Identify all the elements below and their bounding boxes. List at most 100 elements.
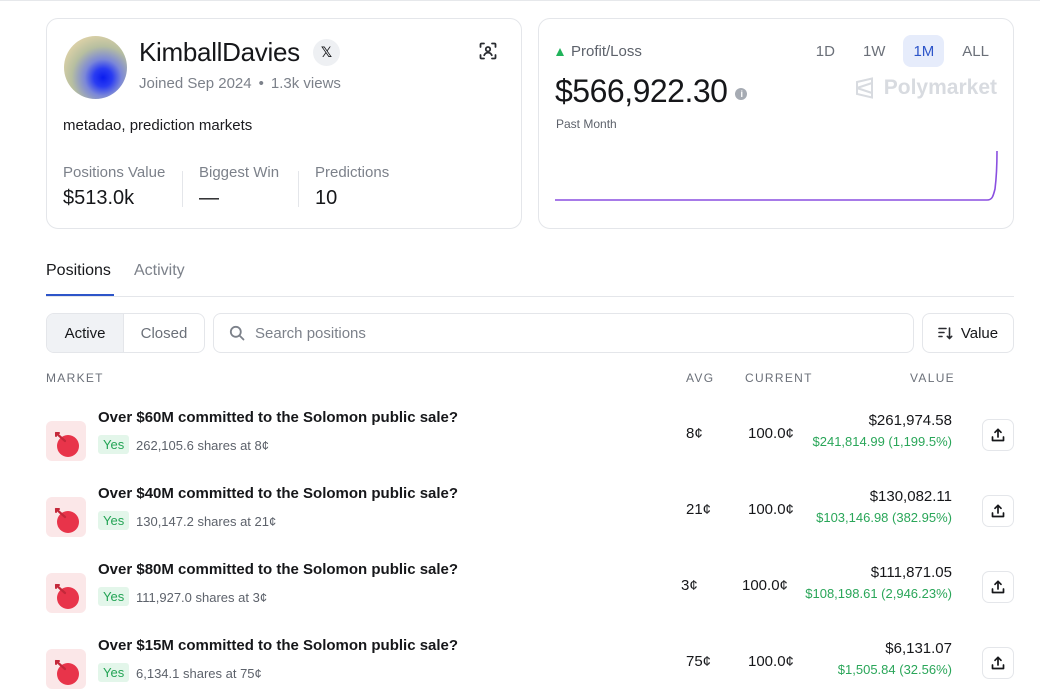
avg-price: 8¢ <box>686 425 703 442</box>
shares-info: 111,927.0 shares at 3¢ <box>136 590 268 605</box>
position-row[interactable]: Over $60M committed to the Solomon publi… <box>46 409 1014 469</box>
active-tab-indicator <box>46 294 114 296</box>
pnl-label: Profit/Loss <box>571 43 642 60</box>
pnl-header: Profit/Loss <box>556 43 642 60</box>
polymarket-watermark: Polymarket <box>854 76 997 100</box>
column-market: MARKET <box>46 371 104 385</box>
market-icon <box>46 573 86 613</box>
position-value: $130,082.11 <box>869 488 952 505</box>
range-all[interactable]: ALL <box>952 35 999 67</box>
market-title[interactable]: Over $60M committed to the Solomon publi… <box>98 409 458 426</box>
position-row[interactable]: Over $40M committed to the Solomon publi… <box>46 485 1014 545</box>
market-icon <box>46 649 86 689</box>
meta-separator: • <box>258 75 264 92</box>
stat-positions-value: Positions Value $513.0k <box>63 164 165 210</box>
position-value: $6,131.07 <box>885 640 952 657</box>
stat-value: 10 <box>315 187 338 209</box>
solomon-market-icon <box>54 507 79 533</box>
solomon-market-icon <box>54 431 79 457</box>
share-upload-icon <box>991 428 1005 442</box>
stat-predictions: Predictions 10 <box>315 164 389 210</box>
trend-up-icon <box>556 47 564 56</box>
sort-icon <box>938 327 953 340</box>
share-upload-icon <box>991 656 1005 670</box>
column-current: CURRENT <box>745 371 813 385</box>
current-price: 100.0¢ <box>742 577 788 594</box>
column-avg: AVG <box>686 371 715 385</box>
share-button[interactable] <box>982 571 1014 603</box>
filter-closed-button[interactable]: Closed <box>124 314 204 352</box>
shares-info: 130,147.2 shares at 21¢ <box>136 514 277 529</box>
position-gain: $1,505.84 (32.56%) <box>837 662 952 677</box>
share-button[interactable] <box>982 495 1014 527</box>
column-value: VALUE <box>910 371 955 385</box>
current-price: 100.0¢ <box>748 501 794 518</box>
range-1m[interactable]: 1M <box>903 35 945 67</box>
share-button[interactable] <box>982 647 1014 679</box>
filter-active-button[interactable]: Active <box>47 314 124 352</box>
market-title[interactable]: Over $15M committed to the Solomon publi… <box>98 637 458 654</box>
stat-value: $513.0k <box>63 187 135 209</box>
view-count: 1.3k views <box>270 75 341 92</box>
position-row[interactable]: Over $80M committed to the Solomon publi… <box>46 561 1014 621</box>
tab-positions[interactable]: Positions <box>46 262 111 280</box>
avg-price: 75¢ <box>686 653 712 670</box>
position-row[interactable]: Over $15M committed to the Solomon publi… <box>46 637 1014 696</box>
position-value: $261,974.58 <box>868 412 952 429</box>
polymarket-logo-icon <box>855 77 873 99</box>
range-1w[interactable]: 1W <box>853 35 896 67</box>
search-box <box>213 313 914 353</box>
stat-value: — <box>199 187 219 209</box>
market-title[interactable]: Over $80M committed to the Solomon publi… <box>98 561 458 578</box>
pnl-amount: $566,922.30 i <box>555 73 748 110</box>
outcome-badge: Yes <box>98 511 130 530</box>
position-value: $111,871.05 <box>870 564 952 581</box>
stat-biggest-win: Biggest Win — <box>199 164 279 210</box>
profile-card: KimballDavies 𝕏 Joined Sep 2024 • 1.3k vie… <box>46 18 522 229</box>
outcome-badge: Yes <box>98 663 130 682</box>
status-toggle: Active Closed <box>46 313 205 353</box>
watermark-text: Polymarket <box>883 76 997 99</box>
stat-label: Positions Value <box>63 164 166 181</box>
share-upload-icon <box>991 504 1005 518</box>
tab-activity[interactable]: Activity <box>134 262 185 280</box>
search-icon <box>229 325 245 341</box>
stat-divider <box>182 171 183 207</box>
info-icon[interactable]: i <box>735 87 748 100</box>
share-upload-icon <box>991 580 1005 594</box>
positions-activity-tabs: Positions Activity <box>46 258 1014 297</box>
profile-meta: Joined Sep 2024 • 1.3k views <box>139 75 341 92</box>
profile-bio: metadao, prediction markets <box>63 117 253 134</box>
share-button[interactable] <box>982 419 1014 451</box>
sort-label: Value <box>960 324 999 342</box>
avg-price: 21¢ <box>686 501 712 518</box>
x-logo-icon[interactable]: 𝕏 <box>313 39 340 66</box>
current-price: 100.0¢ <box>748 653 794 670</box>
market-icon <box>46 497 86 537</box>
outcome-badge: Yes <box>98 435 130 454</box>
sort-button[interactable]: Value <box>922 313 1014 353</box>
shares-info: 262,105.6 shares at 8¢ <box>136 438 269 453</box>
market-icon <box>46 421 86 461</box>
range-selector: 1D 1W 1M ALL <box>806 35 999 67</box>
stat-divider <box>298 171 299 207</box>
username: KimballDavies <box>139 37 300 67</box>
stat-label: Predictions <box>315 164 390 181</box>
position-gain: $108,198.61 (2,946.23%) <box>805 586 952 601</box>
top-divider <box>0 0 1040 1</box>
search-input[interactable] <box>255 324 855 342</box>
solomon-market-icon <box>54 583 79 609</box>
current-price: 100.0¢ <box>748 425 794 442</box>
market-title[interactable]: Over $40M committed to the Solomon publi… <box>98 485 458 502</box>
avg-price: 3¢ <box>681 577 698 594</box>
shares-info: 6,134.1 shares at 75¢ <box>136 666 262 681</box>
qr-scan-icon[interactable] <box>479 42 497 60</box>
position-gain: $241,814.99 (1,199.5%) <box>812 434 953 449</box>
pnl-line <box>555 150 998 201</box>
avatar[interactable] <box>64 36 127 99</box>
position-gain: $103,146.98 (382.95%) <box>816 510 952 525</box>
outcome-badge: Yes <box>98 587 130 606</box>
pnl-value: $566,922.30 <box>555 73 728 109</box>
solomon-market-icon <box>54 659 79 685</box>
range-1d[interactable]: 1D <box>806 35 845 67</box>
